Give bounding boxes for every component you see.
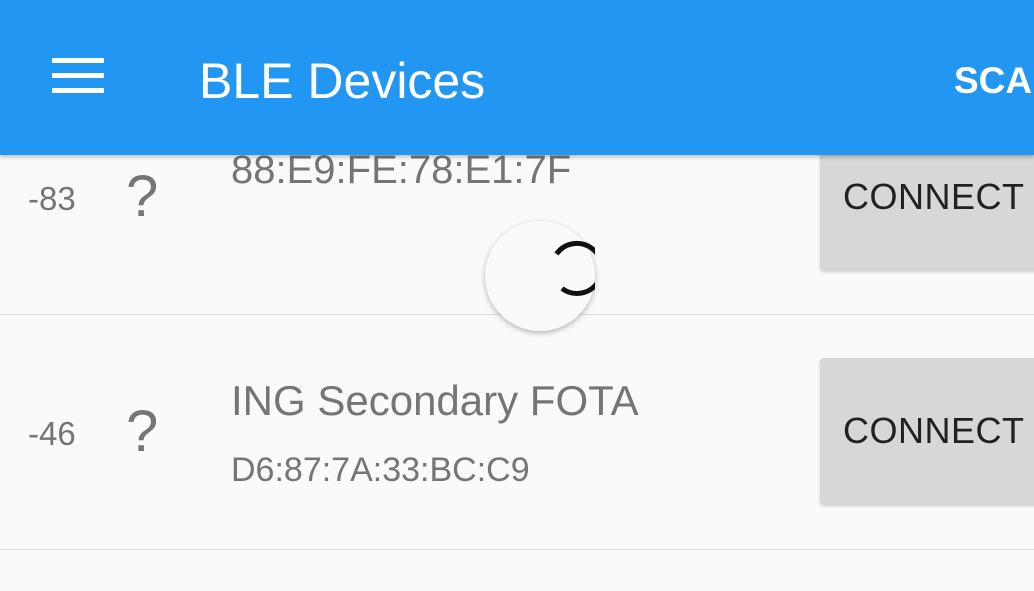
loading-spinner-icon [485, 221, 595, 331]
device-list: -83 ? 88:E9:FE:78:E1:7F CONNECT -46 ? IN… [0, 80, 1034, 591]
app-bar: BLE Devices SCAN [0, 0, 1034, 155]
device-rssi: -46 [28, 415, 76, 452]
device-row[interactable]: -46 ? ING Secondary FOTA D6:87:7A:33:BC:… [0, 315, 1034, 550]
device-address: D6:87:7A:33:BC:C9 [231, 451, 530, 489]
device-rssi: -83 [28, 180, 76, 217]
hamburger-menu-icon[interactable] [52, 58, 104, 94]
app-screen: -83 ? 88:E9:FE:78:E1:7F CONNECT -46 ? IN… [0, 0, 1034, 591]
device-name: ING Secondary FOTA [231, 377, 639, 424]
scan-button[interactable]: SCAN [954, 60, 1034, 102]
unknown-device-icon: ? [126, 164, 159, 229]
unknown-device-icon: ? [126, 399, 159, 464]
connect-button[interactable]: CONNECT [820, 358, 1034, 504]
page-title: BLE Devices [199, 53, 486, 109]
